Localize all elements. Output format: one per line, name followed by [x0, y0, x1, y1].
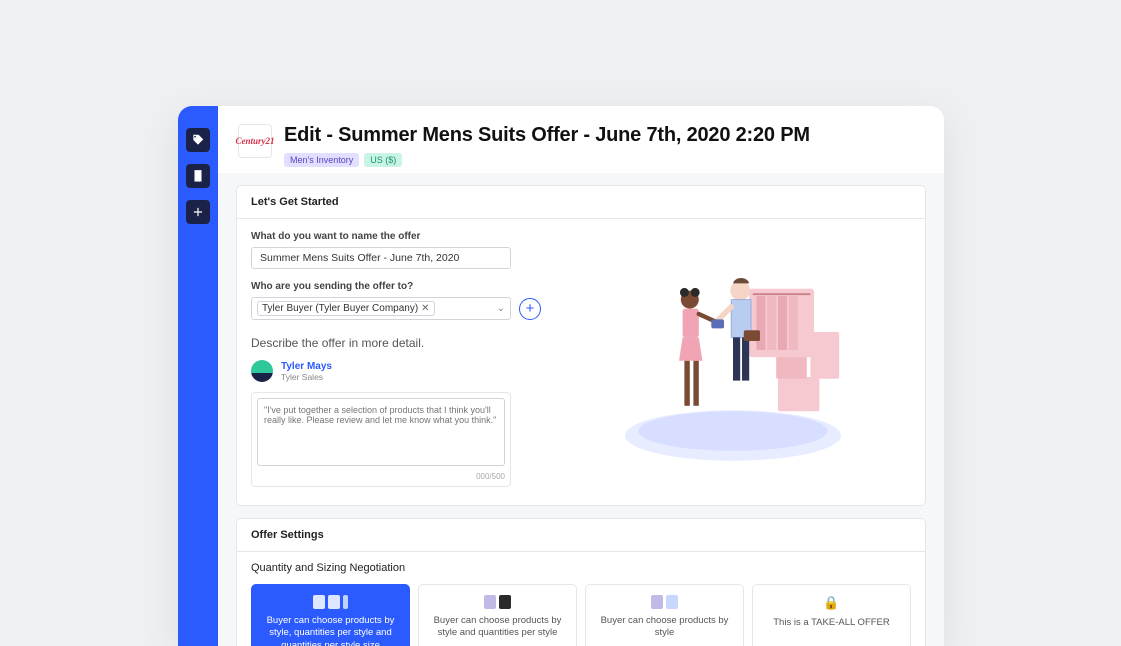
add-recipient-button[interactable]: +	[519, 298, 541, 320]
option-text: Buyer can choose products by style, quan…	[258, 615, 403, 646]
description-textarea[interactable]	[257, 398, 505, 466]
inventory-badge: Men's Inventory	[284, 153, 359, 167]
offer-name-label: What do you want to name the offer	[251, 231, 555, 242]
author-role: Tyler Sales	[281, 372, 332, 382]
get-started-panel: Let's Get Started What do you want to na…	[236, 185, 926, 506]
option-card-style-qty[interactable]: Buyer can choose products by style and q…	[418, 584, 577, 646]
tag-icon	[191, 133, 205, 147]
illustration-svg	[598, 239, 868, 479]
char-count: 000/500	[257, 472, 505, 481]
offer-settings-panel: Offer Settings Quantity and Sizing Negot…	[236, 518, 926, 646]
offer-name-input[interactable]	[251, 247, 511, 269]
option-icons	[425, 595, 570, 609]
option-card-style[interactable]: Buyer can choose products by style	[585, 584, 744, 646]
send-to-label: Who are you sending the offer to?	[251, 281, 555, 292]
recipient-select[interactable]: Tyler Buyer (Tyler Buyer Company) ✕ ⌄	[251, 297, 511, 320]
offer-settings-heading: Offer Settings	[237, 519, 925, 552]
plus-icon: +	[526, 300, 535, 317]
option-card-take-all[interactable]: 🔒 This is a TAKE-ALL OFFER	[752, 584, 911, 646]
option-card-full[interactable]: Buyer can choose products by style, quan…	[251, 584, 410, 646]
recipient-tag-label: Tyler Buyer (Tyler Buyer Company)	[262, 303, 418, 314]
lock-icon: 🔒	[759, 595, 904, 611]
close-icon[interactable]: ✕	[421, 303, 429, 314]
get-started-heading: Let's Get Started	[237, 186, 925, 219]
qty-sizing-subhead: Quantity and Sizing Negotiation	[251, 562, 911, 574]
illustration	[555, 231, 911, 487]
option-icons	[258, 595, 403, 609]
page-header: Century21 Edit - Summer Mens Suits Offer…	[218, 106, 944, 173]
sidebar-add-button[interactable]	[186, 200, 210, 224]
brand-logo-text: Century21	[236, 136, 275, 146]
brand-logo: Century21	[238, 124, 272, 158]
chevron-down-icon: ⌄	[497, 303, 505, 314]
option-text: This is a TAKE-ALL OFFER	[759, 617, 904, 629]
option-text: Buyer can choose products by style	[592, 615, 737, 640]
describe-label: Describe the offer in more detail.	[251, 336, 555, 350]
sidebar-tag-button[interactable]	[186, 128, 210, 152]
sidebar-receipt-button[interactable]	[186, 164, 210, 188]
description-box: 000/500	[251, 392, 511, 487]
option-icons	[592, 595, 737, 609]
sidebar	[178, 106, 218, 646]
receipt-icon	[191, 169, 205, 183]
avatar	[251, 360, 273, 382]
author-name: Tyler Mays	[281, 361, 332, 372]
recipient-tag[interactable]: Tyler Buyer (Tyler Buyer Company) ✕	[257, 301, 435, 316]
option-text: Buyer can choose products by style and q…	[425, 615, 570, 640]
author-block: Tyler Mays Tyler Sales	[251, 360, 555, 382]
page-title: Edit - Summer Mens Suits Offer - June 7t…	[284, 124, 810, 147]
plus-icon	[191, 205, 205, 219]
currency-badge: US ($)	[364, 153, 402, 167]
app-window: Century21 Edit - Summer Mens Suits Offer…	[178, 106, 944, 646]
